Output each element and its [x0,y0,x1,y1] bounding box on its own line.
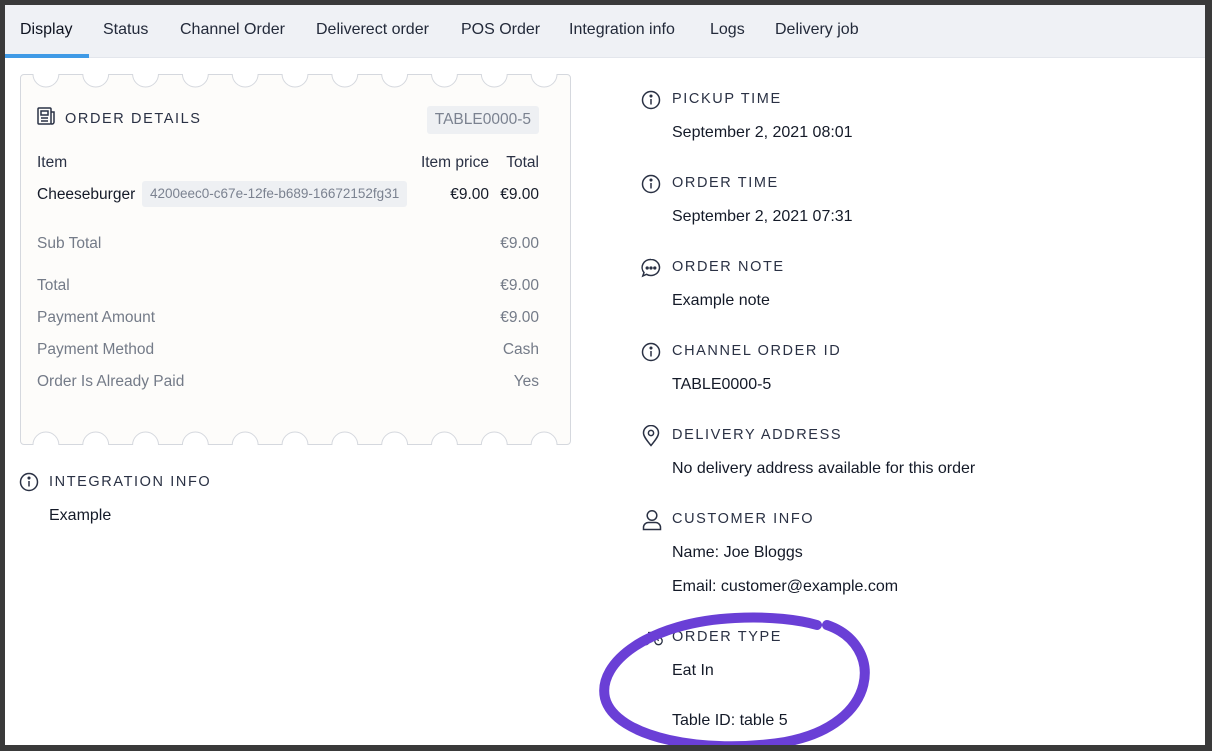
column-header-total: Total [506,154,539,171]
tab-integration-info[interactable]: Integration info [569,5,675,58]
tab-pos-order[interactable]: POS Order [461,5,540,58]
item-id-badge: 4200eec0-c67e-12fe-b689-16672152fg31 [142,181,408,207]
summary-value: Cash [502,341,539,358]
order-note-title: ORDER NOTE [672,259,785,275]
integration-info-title: INTEGRATION INFO [49,474,212,490]
summary-label: Total [37,277,70,294]
tab-logs[interactable]: Logs [710,5,745,58]
info-icon [641,174,661,199]
receipt-scallop-top [32,74,558,88]
summary-value: €9.00 [500,277,539,294]
pickup-time-title: PICKUP TIME [672,91,782,107]
bicycle-icon [641,630,663,651]
newspaper-icon [36,106,56,131]
customer-email: Email: customer@example.com [672,578,899,595]
item-price: €9.00 [450,186,489,203]
tab-channel-order[interactable]: Channel Order [180,5,285,58]
channel-order-id-title: CHANNEL ORDER ID [672,343,842,359]
tab-status[interactable]: Status [103,5,148,58]
order-detail-window: Display Status Channel Order Deliverect … [5,5,1205,745]
item-total: €9.00 [500,186,539,203]
order-details-title: ORDER DETAILS [65,111,202,127]
user-icon [642,509,662,536]
summary-value: Yes [513,373,539,390]
pickup-time-value: September 2, 2021 08:01 [672,124,853,141]
item-name: Cheeseburger [37,186,136,203]
table-id-value: Table ID: table 5 [672,712,788,729]
delivery-address-value: No delivery address available for this o… [672,460,976,477]
sub-total-label: Sub Total [37,235,102,252]
info-icon [641,90,661,115]
info-icon [19,472,39,497]
chat-bubble-icon [641,258,661,283]
column-header-item: Item [37,154,68,171]
tab-delivery-job[interactable]: Delivery job [775,5,859,58]
summary-label: Payment Amount [37,309,156,326]
integration-info-value: Example [49,507,112,524]
summary-label: Payment Method [37,341,155,358]
summary-value: €9.00 [500,309,539,326]
order-type-value: Eat In [672,662,714,679]
customer-name: Name: Joe Bloggs [672,544,803,561]
active-tab-indicator [5,54,89,58]
order-note-value: Example note [672,292,770,309]
order-type-title: ORDER TYPE [672,629,783,645]
map-pin-icon [642,424,660,452]
tab-bar: Display Status Channel Order Deliverect … [5,5,1205,58]
summary-label: Order Is Already Paid [37,373,185,390]
order-details-card: ORDER DETAILS TABLE0000-5 Item Item pric… [20,74,571,445]
order-time-title: ORDER TIME [672,175,779,191]
delivery-address-title: DELIVERY ADDRESS [672,427,843,443]
channel-order-badge: TABLE0000-5 [426,106,539,134]
order-time-value: September 2, 2021 07:31 [672,208,853,225]
tab-deliverect-order[interactable]: Deliverect order [316,5,429,58]
column-header-item-price: Item price [420,154,489,171]
info-icon [641,342,661,367]
tab-display[interactable]: Display [20,5,72,58]
sub-total-value: €9.00 [500,235,539,252]
receipt-scallop-bottom [32,431,558,445]
customer-info-title: CUSTOMER INFO [672,511,815,527]
channel-order-id-value: TABLE0000-5 [672,376,772,393]
